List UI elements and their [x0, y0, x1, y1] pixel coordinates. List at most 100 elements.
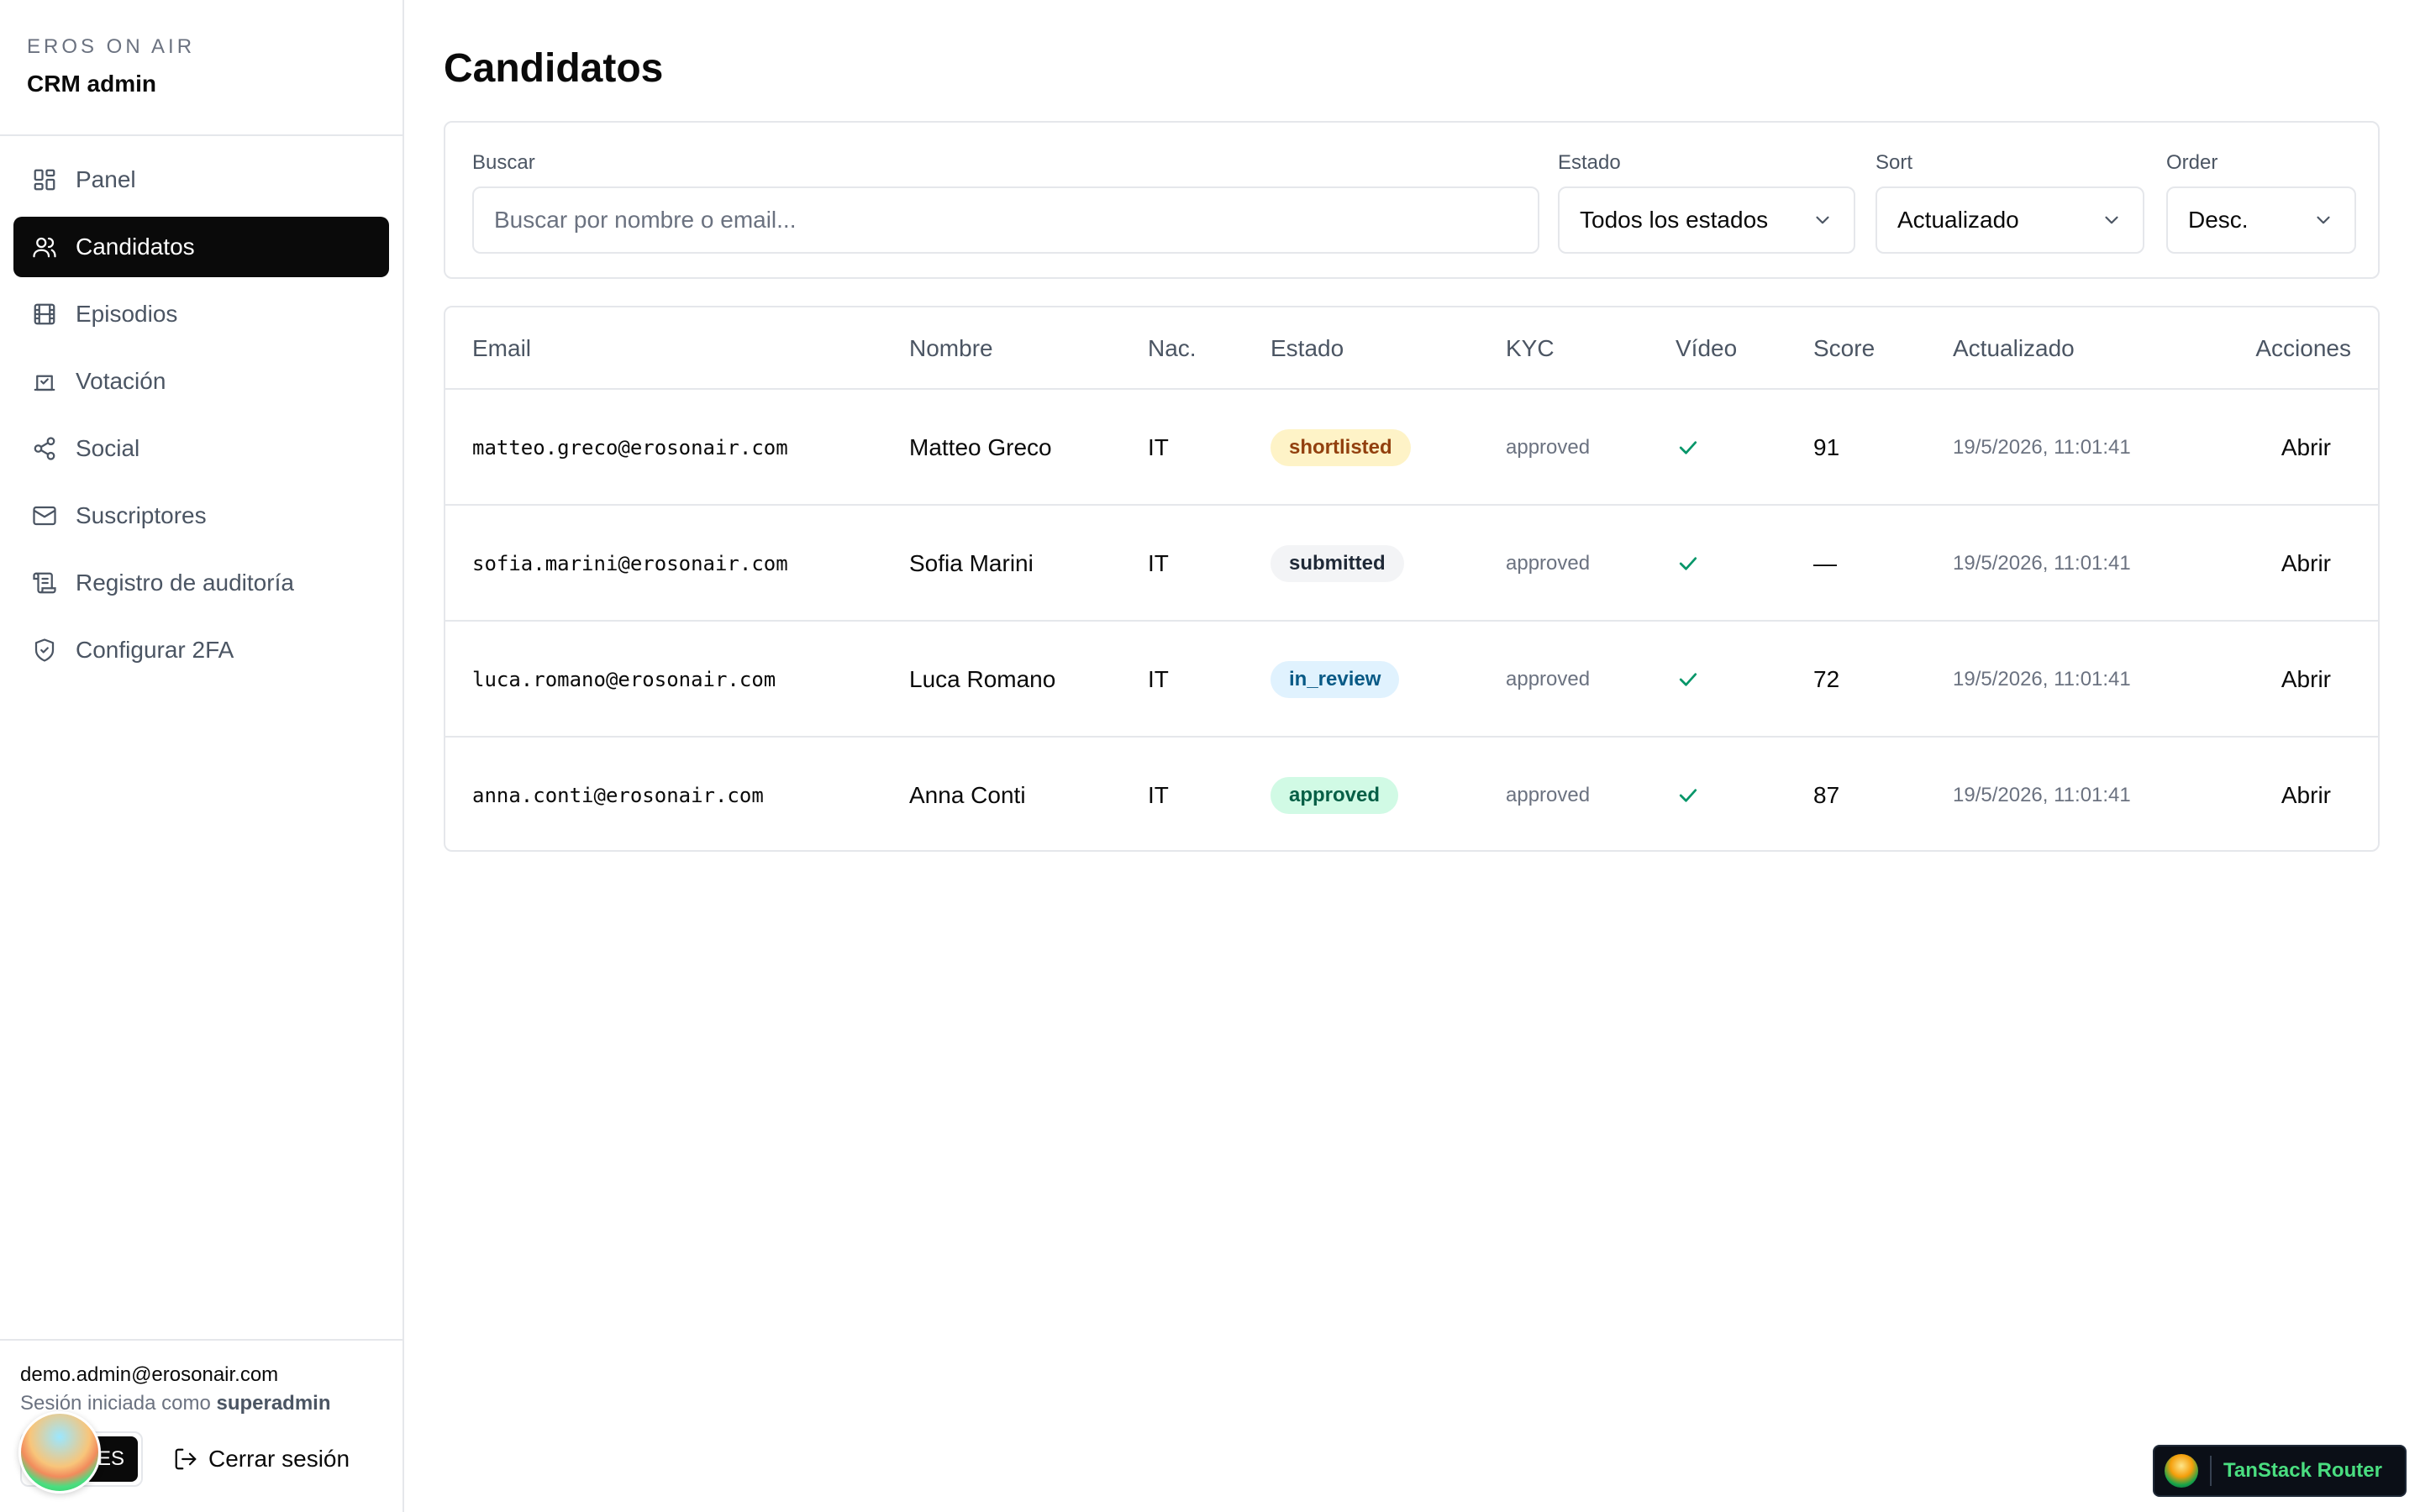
- status-select-value: Todos los estados: [1580, 207, 1769, 233]
- status-badge: approved: [1270, 777, 1399, 814]
- sidebar-item-label: Votación: [76, 368, 166, 394]
- column-header-acciones: Acciones: [2255, 335, 2351, 361]
- open-button[interactable]: Abrir: [2281, 390, 2331, 506]
- cell-updated: 19/5/2026, 11:01:41: [1953, 668, 2131, 690]
- open-button-label: Abrir: [2281, 550, 2331, 576]
- brand-eyebrow: EROS ON AIR: [27, 35, 196, 58]
- cell-email: luca.romano@erosonair.com: [472, 668, 776, 691]
- cell-status: in_review: [1270, 622, 1400, 738]
- cell-kyc: approved: [1506, 784, 1591, 806]
- cell-kyc: approved: [1506, 668, 1591, 690]
- filters-panel: Buscar Buscar por nombre o email... Esta…: [444, 121, 2380, 279]
- chevron-down-icon: [2317, 216, 2330, 224]
- column-header-video[interactable]: Vídeo: [1676, 307, 1737, 390]
- sort-select-value: Actualizado: [1897, 207, 2019, 233]
- column-header-kyc[interactable]: KYC: [1506, 307, 1555, 390]
- sidebar-item-panel[interactable]: Panel: [13, 150, 389, 210]
- cell-score: 87: [1813, 782, 1840, 808]
- column-header-nombre[interactable]: Nombre: [909, 307, 993, 390]
- open-button[interactable]: Abrir: [2281, 738, 2331, 850]
- open-button-label: Abrir: [2281, 666, 2331, 692]
- table-row: matteo.greco@erosonair.com Matteo Greco …: [445, 390, 2378, 506]
- cell-kyc: approved: [1506, 436, 1591, 459]
- open-button[interactable]: Abrir: [2281, 506, 2331, 622]
- logout-icon: [175, 1448, 197, 1470]
- sidebar-item-registro-auditoria[interactable]: Registro de auditoría: [13, 553, 389, 613]
- status-filter: Estado Todos los estados: [1558, 150, 1855, 254]
- tanstack-label: TanStack Router: [2223, 1459, 2382, 1482]
- cell-updated: 19/5/2026, 11:01:41: [1953, 436, 2131, 459]
- candidates-table: Email Nombre Nac. Estado KYC Vídeo Score…: [444, 306, 2380, 852]
- order-filter: Order Desc.: [2166, 150, 2356, 254]
- cell-status: submitted: [1270, 506, 1404, 622]
- cell-score: 72: [1813, 666, 1840, 692]
- chevron-down-icon: [2105, 216, 2118, 224]
- search-field: Buscar Buscar por nombre o email...: [472, 150, 1539, 254]
- cell-name: Luca Romano: [909, 666, 1056, 692]
- sidebar-item-suscriptores[interactable]: Suscriptores: [13, 486, 389, 546]
- cell-score: 91: [1813, 434, 1840, 460]
- tanstack-logo-icon: [2165, 1454, 2198, 1488]
- sort-label: Sort: [1876, 151, 1913, 174]
- table-row: anna.conti@erosonair.com Anna Conti IT a…: [445, 738, 2378, 850]
- tanstack-router-devtools-button[interactable]: TanStack Router: [2153, 1445, 2407, 1497]
- dashboard-icon: [32, 167, 57, 192]
- open-button[interactable]: Abrir: [2281, 622, 2331, 738]
- search-input[interactable]: Buscar por nombre o email...: [472, 186, 1539, 254]
- column-header-nac[interactable]: Nac.: [1148, 307, 1197, 390]
- status-label: Estado: [1558, 151, 1621, 174]
- cell-email: anna.conti@erosonair.com: [472, 784, 764, 807]
- sidebar-item-label: Registro de auditoría: [76, 570, 294, 596]
- cell-updated: 19/5/2026, 11:01:41: [1953, 552, 2131, 575]
- cell-nationality: IT: [1148, 666, 1169, 692]
- cell-email: matteo.greco@erosonair.com: [472, 436, 788, 459]
- logout-label: Cerrar sesión: [208, 1446, 350, 1472]
- order-select-value: Desc.: [2188, 207, 2249, 233]
- cell-nationality: IT: [1148, 550, 1169, 576]
- column-header-estado[interactable]: Estado: [1270, 307, 1344, 390]
- sidebar-item-candidatos[interactable]: Candidatos: [13, 217, 389, 277]
- sidebar-item-configurar-2fa[interactable]: Configurar 2FA: [13, 620, 389, 680]
- user-role: superadmin: [216, 1392, 331, 1415]
- chevron-down-icon: [1816, 216, 1829, 224]
- column-header-actualizado[interactable]: Actualizado: [1953, 307, 2075, 390]
- column-header-email[interactable]: Email: [472, 307, 531, 390]
- sidebar-item-episodios[interactable]: Episodios: [13, 284, 389, 344]
- open-button-label: Abrir: [2281, 434, 2331, 460]
- devtools-avatar-icon[interactable]: [18, 1411, 101, 1494]
- cell-name: Matteo Greco: [909, 434, 1052, 460]
- order-label: Order: [2166, 151, 2218, 174]
- table-header: Email Nombre Nac. Estado KYC Vídeo Score…: [445, 307, 2378, 390]
- sort-select[interactable]: Actualizado: [1876, 186, 2144, 254]
- status-badge: in_review: [1270, 661, 1400, 698]
- cell-updated: 19/5/2026, 11:01:41: [1953, 784, 2131, 806]
- status-select[interactable]: Todos los estados: [1558, 186, 1855, 254]
- cell-kyc: approved: [1506, 552, 1591, 575]
- check-icon: [1679, 673, 1697, 686]
- sidebar-item-votacion[interactable]: Votación: [13, 351, 389, 412]
- user-email: demo.admin@erosonair.com: [20, 1363, 279, 1386]
- brand: EROS ON AIR CRM admin: [0, 0, 402, 136]
- session-prefix: Sesión iniciada como: [20, 1392, 211, 1415]
- order-select[interactable]: Desc.: [2166, 186, 2356, 254]
- sidebar: EROS ON AIR CRM admin Panel Candidatos E…: [0, 0, 404, 1512]
- column-header-score[interactable]: Score: [1813, 307, 1875, 390]
- sidebar-item-social[interactable]: Social: [13, 418, 389, 479]
- table-row: luca.romano@erosonair.com Luca Romano IT…: [445, 622, 2378, 738]
- logout-button[interactable]: Cerrar sesión: [173, 1446, 350, 1473]
- status-badge: submitted: [1270, 545, 1404, 582]
- cell-video: [1676, 738, 1701, 850]
- cell-score: —: [1813, 550, 1837, 576]
- divider: [2210, 1456, 2212, 1486]
- cell-video: [1676, 390, 1701, 506]
- page-title: Candidatos: [444, 46, 664, 91]
- cell-status: shortlisted: [1270, 390, 1411, 506]
- cell-name: Anna Conti: [909, 782, 1026, 808]
- cell-video: [1676, 506, 1701, 622]
- cell-nationality: IT: [1148, 434, 1169, 460]
- search-label: Buscar: [472, 151, 535, 174]
- film-icon: [32, 302, 57, 327]
- status-badge: shortlisted: [1270, 429, 1411, 466]
- cell-email: sofia.marini@erosonair.com: [472, 552, 788, 575]
- brand-title: CRM admin: [27, 71, 156, 97]
